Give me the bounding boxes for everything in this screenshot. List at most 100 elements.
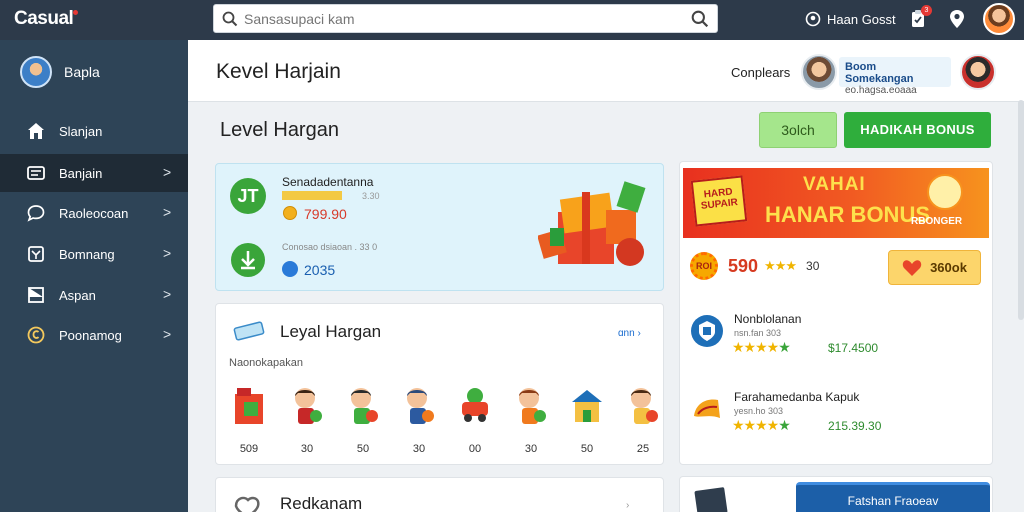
sidebar-item-banjain[interactable]: Banjain > — [0, 154, 188, 192]
banner-subheading: HANAR BONUS — [765, 202, 930, 227]
redeem-card[interactable]: Redkanam › — [215, 477, 664, 512]
reward-small-value: 3.30 — [362, 191, 380, 201]
offer-row[interactable]: Nonblolanan nsn.fan 303 ★★★★★ $17.4500 — [688, 312, 988, 364]
user-name: Haan Gosst — [827, 11, 896, 27]
toy-car-icon — [462, 388, 488, 422]
friend-avatar[interactable] — [801, 54, 837, 90]
level-item-label: 509 — [239, 443, 259, 455]
level-item-label: 00 — [468, 443, 482, 455]
reward-badge-icon: JT — [230, 178, 266, 214]
redeem-icon — [234, 496, 260, 512]
sidebar-avatar — [20, 56, 52, 88]
offer-title: Nonblolanan — [734, 312, 802, 326]
compare-link[interactable]: Conplears — [731, 65, 790, 80]
user-menu[interactable]: Haan Gosst — [805, 11, 896, 27]
sidebar-item-label: Bomnang — [59, 247, 115, 262]
cta-card: Fatshan Fraoeav — [679, 476, 993, 512]
search-input[interactable] — [244, 9, 674, 29]
location-pin-icon[interactable] — [948, 9, 966, 29]
reward-caption: Conosao dsiaoan . 33 0 — [282, 242, 378, 252]
sun-badge-icon: ROI — [690, 252, 718, 280]
reward-price: 799.90 — [304, 206, 347, 222]
download-icon[interactable] — [230, 242, 266, 278]
level-item[interactable]: 50 — [564, 386, 610, 455]
friend-tag-sub: eo.hagsa.eoaaa — [845, 85, 917, 96]
kid-figure-icon — [295, 388, 322, 424]
offer-row[interactable]: Farahamedanba Kapuk yesn.ho 303 ★★★★★ 21… — [688, 390, 988, 442]
see-more-link[interactable]: ɑnn › — [618, 328, 641, 339]
sidebar: Bapla Slanjan Banjain > Raoleocoan > Bom… — [0, 40, 188, 512]
chat-icon — [27, 205, 45, 222]
offer-stars: ★★★★★ — [732, 417, 791, 433]
level-title: Leyal Hargan — [280, 322, 382, 341]
heart-icon — [902, 259, 922, 276]
level-item-label: 30 — [300, 443, 314, 455]
chevron-right-icon: > — [163, 204, 172, 220]
second-avatar[interactable] — [960, 54, 996, 90]
chevron-right-icon: › — [626, 500, 630, 511]
sidebar-item-poonamog[interactable]: Poonamog > — [0, 316, 188, 354]
redeem-title: Redkanam — [280, 494, 363, 512]
house-icon — [572, 390, 602, 422]
level-item[interactable]: 30 — [284, 386, 330, 455]
level-item-label: 30 — [524, 443, 538, 455]
level-item[interactable]: 30 — [396, 386, 442, 455]
search-icon — [222, 11, 238, 27]
flag-icon — [28, 287, 44, 303]
secondary-button[interactable]: 3olch — [759, 112, 837, 148]
bonus-button[interactable]: HADIKAH BONUS — [844, 112, 991, 148]
kid-figure-icon — [407, 388, 434, 424]
sidebar-item-raoleocoan[interactable]: Raoleocoan > — [0, 194, 188, 232]
tablet-icon — [694, 487, 728, 512]
app-logo[interactable]: Casual — [14, 8, 79, 30]
kid-figure-icon — [519, 388, 546, 424]
points-count: 30 — [806, 259, 820, 273]
friend-tag-title: Boom Somekangan — [845, 61, 914, 85]
profile-avatar[interactable] — [983, 3, 1015, 35]
reward-value: 2035 — [304, 262, 336, 278]
sidebar-profile-name: Bapla — [64, 64, 100, 80]
reward-title: Senadadentanna — [282, 175, 374, 189]
search-submit-icon[interactable] — [691, 10, 709, 28]
home-icon — [28, 123, 44, 139]
sidebar-item-label: Banjain — [59, 166, 103, 181]
sidebar-item-label: Raoleocoan — [59, 206, 129, 221]
level-items: 509 30 50 30 00 30 50 25 — [226, 386, 658, 458]
shield-icon — [691, 315, 723, 347]
level-item[interactable]: 509 — [226, 386, 272, 455]
cta-button[interactable]: Fatshan Fraoeav — [796, 482, 990, 512]
kid-figure-icon — [351, 388, 378, 424]
page-scrollbar[interactable] — [1018, 100, 1024, 320]
friend-tag[interactable]: Boom Somekangan eo.hagsa.eoaaa — [839, 57, 951, 96]
bonus-banner[interactable]: HARD SUPAIR VAHAI HANAR BONUS RBONGER — [683, 168, 989, 238]
points-row: ROI 590 ★★★ 30 — [690, 252, 819, 280]
reward-progress-bar — [282, 191, 342, 200]
gift-boxes-icon — [538, 181, 646, 266]
offer-stars: ★★★★★ — [732, 339, 791, 355]
offer-price: 215.39.30 — [828, 419, 882, 433]
offer-subtitle: nsn.fan 303 — [734, 328, 782, 338]
heart-button[interactable]: 360ok — [888, 250, 981, 285]
rewards-card: JT Senadadentanna 3.30 799.90 Conosao ds… — [215, 163, 664, 291]
offer-price: $17.4500 — [828, 341, 879, 355]
blue-coin-icon — [282, 261, 298, 277]
notification-badge: 3 — [921, 5, 932, 16]
sidebar-item-bomnang[interactable]: Bomnang > — [0, 235, 188, 273]
section-title: Level Hargan — [220, 119, 339, 141]
level-card: Leyal Hargan ɑnn › Naonokapakan 509 30 5… — [215, 303, 664, 465]
level-item-label: 50 — [356, 443, 370, 455]
level-item[interactable]: 30 — [508, 386, 554, 455]
banner-heading: VAHAI — [803, 174, 866, 195]
level-item[interactable]: 25 — [620, 386, 666, 455]
sidebar-item-slanjan[interactable]: Slanjan — [0, 112, 188, 150]
box-icon — [28, 246, 44, 262]
sidebar-item-aspan[interactable]: Aspan > — [0, 276, 188, 314]
sidebar-profile[interactable]: Bapla — [20, 56, 100, 88]
banner-tag: RBONGER — [911, 216, 963, 227]
level-item-label: 25 — [636, 443, 650, 455]
level-item[interactable]: 00 — [452, 386, 498, 455]
offer-subtitle: yesn.ho 303 — [734, 406, 784, 416]
star-rating: ★★★ — [764, 258, 797, 273]
shopping-bag-icon — [235, 388, 263, 424]
level-item[interactable]: 50 — [340, 386, 386, 455]
